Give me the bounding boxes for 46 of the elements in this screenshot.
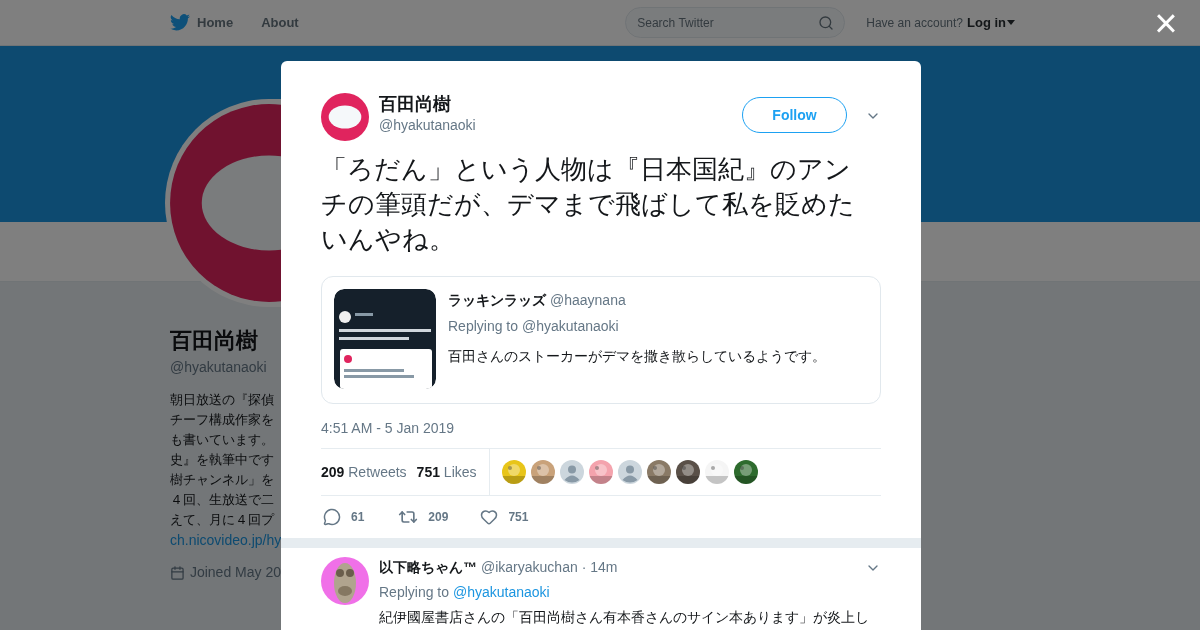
account-prompt: Have an account? [866,14,963,32]
profile-name: 百田尚樹 [170,327,259,355]
reply-text: 紀伊國屋書店さんの「百田尚樹さん有本香さんのサイン本あります」が炎上し [379,608,870,627]
profile-handle: @hyakutanaoki [170,358,268,377]
quoted-tweet[interactable]: ラッキンラッズ @haaynana Replying to @hyakutanaoki 百田さんのストーカーがデマを撒き散らしているようです。 [321,276,881,404]
search-field[interactable]: Search Twitter [625,7,846,38]
bio-line: 朝日放送の『探偵 [170,391,275,409]
bio-line: 樹チャンネル」を [170,471,275,489]
author-handle[interactable]: @hyakutanaoki [379,115,476,135]
like-icon [480,508,499,526]
like-count[interactable]: 751 Likes [416,461,477,483]
search-icon[interactable] [818,14,835,31]
author-name[interactable]: 百田尚樹 [379,93,476,115]
quoted-replying-to: Replying to @hyakutanaoki [448,317,620,336]
reply-action[interactable]: 61 [323,508,365,526]
tweet-text: 「ろだん」という人物は『日本国紀』のアンチの筆頭だが、デマまで飛ばして私を貶めたいんやね。 [321,153,856,256]
bird-logo-icon[interactable] [170,14,190,31]
bio-line: チーフ構成作家を [170,411,275,429]
quoted-author-name: ラッキンラッズ [448,291,546,310]
mention-link[interactable]: @hyakutanaoki [452,584,550,600]
bio-line: ４回、生放送で二 [170,491,275,509]
reply-replying-to: Replying to @hyakutanaoki [379,583,551,602]
search-input[interactable]: Search Twitter [637,13,819,32]
tweet-timestamp[interactable]: 4:51 AM - 5 Jan 2019 [321,418,881,440]
calendar-icon [170,564,185,581]
quoted-tweet-text: 百田さんのストーカーがデマを撒き散らしているようです。 [448,347,826,366]
bio-line: も書いています。 [170,431,275,449]
bio-line: 史』を執筆中です [170,451,275,469]
author-avatar [321,93,369,141]
retweet-action[interactable]: 209 [398,507,449,527]
retweet-count[interactable]: 209 Retweets [321,461,407,483]
reply-author-handle[interactable]: @ikaryakuchan [481,557,578,578]
default-avatar-icon[interactable] [559,460,584,484]
about-link[interactable]: About [261,12,299,33]
close-button[interactable]: × [1154,11,1178,35]
reply-time[interactable]: · 14m [581,557,618,578]
default-avatar-icon[interactable] [617,460,642,484]
bio-line: えて、月に４回プ [170,511,276,529]
caret-icon [1007,20,1015,25]
like-action[interactable]: 751 [480,508,529,526]
login-button[interactable]: Log in [967,12,1015,33]
quoted-author-handle: @haaynana [550,291,626,310]
reply-icon [323,508,341,526]
reply-author-name[interactable]: 以下略ちゃん™ [379,557,477,578]
home-link[interactable]: Home [197,12,234,33]
joined-date: Joined May 20 [189,563,281,582]
